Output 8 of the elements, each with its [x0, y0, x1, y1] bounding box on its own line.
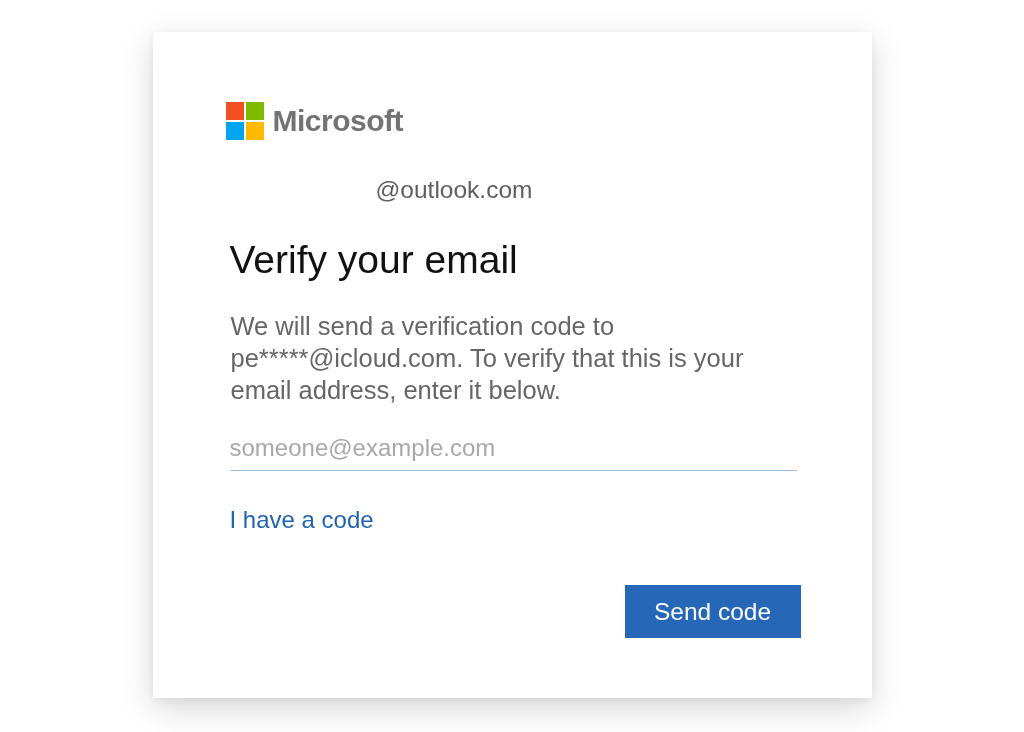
- four-squares-logo-icon: [225, 102, 264, 140]
- have-code-link[interactable]: I have a code: [229, 505, 374, 535]
- description-text: We will send a verification code to pe*****@icloud.com. To verify that this is your email address, enter it below.: [230, 311, 745, 406]
- account-identity: @outlook.com: [375, 176, 533, 204]
- page-title: Verify your email: [229, 238, 519, 282]
- send-code-button[interactable]: Send code: [624, 585, 801, 638]
- email-input-field[interactable]: someone@example.com: [229, 432, 797, 471]
- brand-name: Microsoft: [272, 104, 403, 138]
